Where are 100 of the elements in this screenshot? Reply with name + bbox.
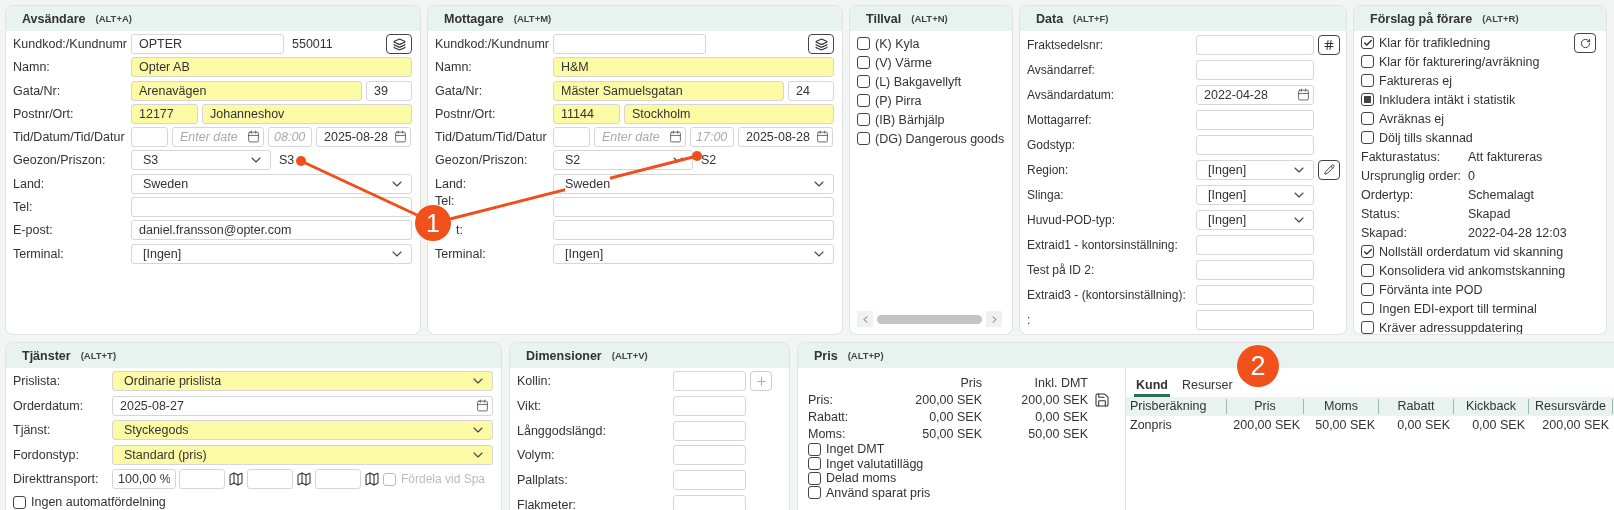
- dropdown[interactable]: Standard (pris): [112, 444, 493, 465]
- field-label: Tid/Datum/Tid/Datur: [435, 130, 548, 145]
- text-field[interactable]: [673, 495, 746, 510]
- text-field[interactable]: [1196, 234, 1314, 255]
- checkbox[interactable]: [1361, 36, 1374, 49]
- text-field[interactable]: [553, 197, 834, 218]
- checkbox[interactable]: [1361, 74, 1374, 87]
- text-field[interactable]: Stockholm: [624, 103, 834, 124]
- date-field[interactable]: 2025-08-28: [316, 127, 411, 148]
- checkbox[interactable]: [1361, 131, 1374, 144]
- panel-title: Avsändare: [22, 11, 86, 26]
- checkbox[interactable]: [1361, 93, 1374, 106]
- text-field[interactable]: Arenavägen: [131, 80, 362, 101]
- date-field[interactable]: 2022-04-28: [1196, 84, 1314, 105]
- text-field[interactable]: 39: [366, 80, 412, 101]
- text-field[interactable]: [247, 469, 293, 490]
- text-field[interactable]: 12177: [131, 103, 198, 124]
- checkbox[interactable]: [1361, 321, 1374, 334]
- shortcut-hint: (ALT+R): [1482, 13, 1519, 24]
- tab[interactable]: Resurser: [1179, 375, 1235, 397]
- dropdown[interactable]: Sweden: [553, 173, 834, 194]
- column-header: Rabatt: [1379, 399, 1454, 414]
- checkbox[interactable]: [857, 75, 870, 88]
- checkbox[interactable]: [857, 37, 870, 50]
- scrollbar-thumb[interactable]: [877, 314, 982, 324]
- info-label: Skapad:: [1361, 225, 1408, 240]
- text-field[interactable]: [179, 469, 225, 490]
- text-field[interactable]: 100,00 %: [112, 469, 176, 490]
- text-field[interactable]: [1196, 59, 1314, 80]
- text-field[interactable]: [131, 127, 168, 148]
- dropdown[interactable]: [Ingen]: [131, 243, 412, 264]
- info-label: Ursprunglig order:: [1361, 168, 1463, 183]
- checkbox[interactable]: [1361, 264, 1374, 277]
- checkbox[interactable]: [857, 132, 870, 145]
- checkbox[interactable]: [1361, 245, 1374, 258]
- date-field[interactable]: Enter date: [594, 127, 686, 148]
- checkbox[interactable]: [13, 495, 26, 509]
- checkbox-label: (IB) Bärhjälp: [875, 112, 945, 127]
- text-field[interactable]: [315, 469, 361, 490]
- lookup-button[interactable]: [808, 34, 834, 54]
- dropdown[interactable]: Styckegods: [112, 420, 493, 441]
- text-field[interactable]: 24: [788, 80, 834, 101]
- checkbox[interactable]: [1361, 55, 1374, 68]
- dropdown[interactable]: Sweden: [131, 173, 412, 194]
- date-field[interactable]: 2025-08-27: [112, 395, 493, 416]
- save-icon[interactable]: [1094, 391, 1110, 408]
- text-field[interactable]: [131, 197, 412, 218]
- dropdown[interactable]: [Ingen]: [1196, 159, 1314, 180]
- dropdown[interactable]: Ordinarie prislista: [112, 371, 493, 391]
- field-label: Extraid1 - kontorsinställning:: [1027, 237, 1179, 252]
- text-field[interactable]: [1196, 134, 1314, 155]
- text-field[interactable]: OPTER: [131, 34, 284, 54]
- checkbox[interactable]: [857, 113, 870, 126]
- checkbox[interactable]: [857, 56, 870, 69]
- checkbox[interactable]: [857, 94, 870, 107]
- text-field[interactable]: [1196, 259, 1314, 280]
- checkbox[interactable]: [1361, 283, 1374, 296]
- text-field[interactable]: Opter AB: [131, 57, 412, 78]
- checkbox-label: (V) Värme: [875, 55, 932, 70]
- text-field[interactable]: H&M: [553, 57, 834, 78]
- text-field[interactable]: [673, 470, 746, 491]
- text-field[interactable]: [673, 395, 746, 416]
- text-field[interactable]: [673, 445, 746, 466]
- checkbox[interactable]: [808, 457, 821, 471]
- checkbox[interactable]: [808, 471, 821, 485]
- checkbox-label: Faktureras ej: [1379, 73, 1452, 88]
- text-field[interactable]: 17:00: [690, 127, 734, 148]
- text-field[interactable]: 11144: [553, 103, 620, 124]
- lookup-button[interactable]: [386, 34, 412, 54]
- refresh-button[interactable]: [1574, 33, 1596, 53]
- text-field[interactable]: [1196, 109, 1314, 130]
- text-field[interactable]: daniel.fransson@opter.com: [131, 220, 412, 241]
- column-header: Inkl. DMT: [1033, 375, 1088, 390]
- number-button[interactable]: [1318, 34, 1340, 55]
- text-field[interactable]: [553, 34, 706, 54]
- dropdown[interactable]: S3: [131, 150, 271, 171]
- text-field[interactable]: [1196, 34, 1314, 55]
- text-field[interactable]: [673, 371, 746, 391]
- text-field[interactable]: [1196, 309, 1314, 330]
- text-field[interactable]: [553, 127, 590, 148]
- text-field[interactable]: 08:00: [268, 127, 312, 148]
- text-field[interactable]: [1196, 284, 1314, 305]
- checkbox[interactable]: [1361, 302, 1374, 315]
- checkbox[interactable]: [1361, 112, 1374, 125]
- table-cell-text: 200,00 SEK: [1232, 418, 1301, 433]
- date-field[interactable]: 2025-08-28: [738, 127, 833, 148]
- checkbox[interactable]: [808, 486, 821, 500]
- text-field[interactable]: Johanneshov: [202, 103, 412, 124]
- dropdown[interactable]: [Ingen]: [1196, 209, 1314, 230]
- edit-button[interactable]: [1318, 159, 1340, 180]
- dropdown[interactable]: [Ingen]: [553, 243, 834, 264]
- text-field[interactable]: [673, 420, 746, 441]
- text-field[interactable]: [553, 220, 834, 241]
- text-field[interactable]: Mäster Samuelsgatan: [553, 80, 784, 101]
- checkbox[interactable]: [808, 442, 821, 456]
- shortcut-hint: (ALT+N): [911, 13, 948, 24]
- dropdown[interactable]: S2: [553, 150, 693, 171]
- dropdown[interactable]: [Ingen]: [1196, 184, 1314, 205]
- date-field[interactable]: Enter date: [172, 127, 264, 148]
- field-label: Volym:: [517, 448, 556, 463]
